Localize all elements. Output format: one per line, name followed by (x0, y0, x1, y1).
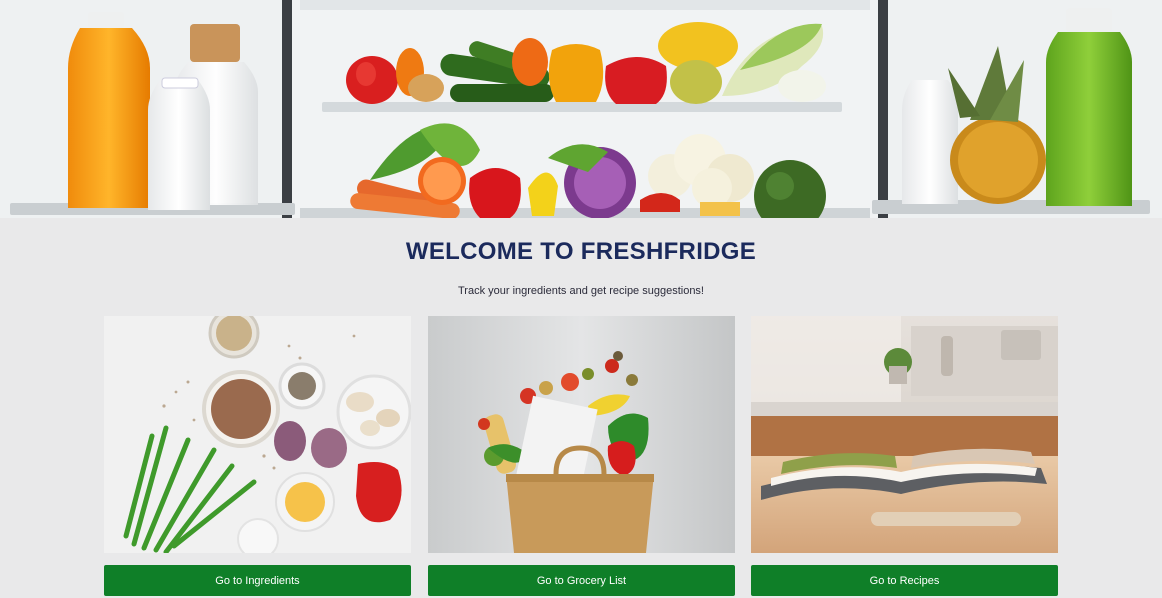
recipe-book-photo (751, 316, 1058, 553)
ingredients-card: Go to Ingredients (104, 316, 411, 597)
go-to-recipes-button[interactable]: Go to Recipes (751, 565, 1058, 596)
grocery-bag-photo (428, 316, 735, 553)
ingredients-photo (104, 316, 411, 553)
hero-fridge-image (0, 0, 1162, 218)
page-subtitle: Track your ingredients and get recipe su… (457, 285, 704, 297)
grocery-list-card: Go to Grocery List (428, 316, 735, 597)
go-to-ingredients-button[interactable]: Go to Ingredients (104, 565, 411, 596)
go-to-grocery-list-button[interactable]: Go to Grocery List (428, 565, 735, 596)
page-title: WELCOME TO FRESHFRIDGE (405, 238, 757, 265)
recipes-card: Go to Recipes (751, 316, 1058, 597)
